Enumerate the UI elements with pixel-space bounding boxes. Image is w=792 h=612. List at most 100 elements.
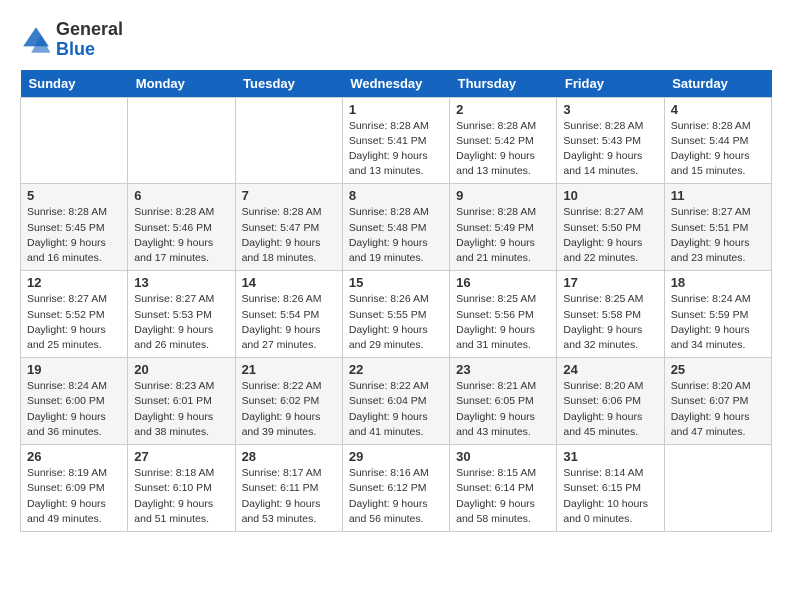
day-info: Sunrise: 8:28 AM Sunset: 5:43 PM Dayligh…: [563, 119, 657, 180]
weekday-header-sunday: Sunday: [21, 70, 128, 98]
day-number: 28: [242, 449, 336, 464]
day-info: Sunrise: 8:16 AM Sunset: 6:12 PM Dayligh…: [349, 466, 443, 527]
day-number: 24: [563, 362, 657, 377]
calendar-cell: 12 Sunrise: 8:27 AM Sunset: 5:52 PM Dayli…: [21, 271, 128, 358]
day-info: Sunrise: 8:25 AM Sunset: 5:58 PM Dayligh…: [563, 292, 657, 353]
day-number: 3: [563, 102, 657, 117]
day-info: Sunrise: 8:27 AM Sunset: 5:50 PM Dayligh…: [563, 205, 657, 266]
day-info: Sunrise: 8:28 AM Sunset: 5:41 PM Dayligh…: [349, 119, 443, 180]
day-info: Sunrise: 8:28 AM Sunset: 5:49 PM Dayligh…: [456, 205, 550, 266]
calendar-cell: 25 Sunrise: 8:20 AM Sunset: 6:07 PM Dayli…: [664, 358, 771, 445]
calendar-table: SundayMondayTuesdayWednesdayThursdayFrid…: [20, 70, 772, 532]
day-info: Sunrise: 8:24 AM Sunset: 6:00 PM Dayligh…: [27, 379, 121, 440]
calendar-week-row: 26 Sunrise: 8:19 AM Sunset: 6:09 PM Dayli…: [21, 445, 772, 532]
calendar-week-row: 19 Sunrise: 8:24 AM Sunset: 6:00 PM Dayli…: [21, 358, 772, 445]
calendar-cell: [128, 97, 235, 184]
day-number: 5: [27, 188, 121, 203]
calendar-cell: 31 Sunrise: 8:14 AM Sunset: 6:15 PM Dayli…: [557, 445, 664, 532]
day-info: Sunrise: 8:28 AM Sunset: 5:47 PM Dayligh…: [242, 205, 336, 266]
logo-blue-text: Blue: [56, 40, 123, 60]
weekday-header-saturday: Saturday: [664, 70, 771, 98]
day-number: 15: [349, 275, 443, 290]
day-info: Sunrise: 8:28 AM Sunset: 5:42 PM Dayligh…: [456, 119, 550, 180]
day-info: Sunrise: 8:27 AM Sunset: 5:51 PM Dayligh…: [671, 205, 765, 266]
day-number: 25: [671, 362, 765, 377]
calendar-cell: 27 Sunrise: 8:18 AM Sunset: 6:10 PM Dayli…: [128, 445, 235, 532]
logo: General Blue: [20, 20, 123, 60]
day-info: Sunrise: 8:17 AM Sunset: 6:11 PM Dayligh…: [242, 466, 336, 527]
day-info: Sunrise: 8:22 AM Sunset: 6:02 PM Dayligh…: [242, 379, 336, 440]
day-number: 29: [349, 449, 443, 464]
calendar-cell: 7Sunrise: 8:28 AM Sunset: 5:47 PM Daylig…: [235, 184, 342, 271]
day-number: 26: [27, 449, 121, 464]
day-info: Sunrise: 8:27 AM Sunset: 5:52 PM Dayligh…: [27, 292, 121, 353]
calendar-cell: 10Sunrise: 8:27 AM Sunset: 5:50 PM Dayli…: [557, 184, 664, 271]
calendar-cell: 19 Sunrise: 8:24 AM Sunset: 6:00 PM Dayli…: [21, 358, 128, 445]
calendar-cell: 22 Sunrise: 8:22 AM Sunset: 6:04 PM Dayli…: [342, 358, 449, 445]
day-info: Sunrise: 8:14 AM Sunset: 6:15 PM Dayligh…: [563, 466, 657, 527]
calendar-cell: 15 Sunrise: 8:26 AM Sunset: 5:55 PM Dayli…: [342, 271, 449, 358]
day-number: 6: [134, 188, 228, 203]
calendar-cell: 1Sunrise: 8:28 AM Sunset: 5:41 PM Daylig…: [342, 97, 449, 184]
calendar-week-row: 5 Sunrise: 8:28 AM Sunset: 5:45 PM Daylig…: [21, 184, 772, 271]
day-number: 4: [671, 102, 765, 117]
calendar-cell: [664, 445, 771, 532]
day-info: Sunrise: 8:24 AM Sunset: 5:59 PM Dayligh…: [671, 292, 765, 353]
logo-general-text: General: [56, 20, 123, 40]
day-info: Sunrise: 8:28 AM Sunset: 5:46 PM Dayligh…: [134, 205, 228, 266]
calendar-cell: 23 Sunrise: 8:21 AM Sunset: 6:05 PM Dayli…: [450, 358, 557, 445]
calendar-cell: 3 Sunrise: 8:28 AM Sunset: 5:43 PM Daylig…: [557, 97, 664, 184]
calendar-cell: 11Sunrise: 8:27 AM Sunset: 5:51 PM Dayli…: [664, 184, 771, 271]
day-info: Sunrise: 8:26 AM Sunset: 5:54 PM Dayligh…: [242, 292, 336, 353]
day-number: 31: [563, 449, 657, 464]
calendar-cell: 28 Sunrise: 8:17 AM Sunset: 6:11 PM Dayli…: [235, 445, 342, 532]
calendar-week-row: 12 Sunrise: 8:27 AM Sunset: 5:52 PM Dayli…: [21, 271, 772, 358]
day-info: Sunrise: 8:19 AM Sunset: 6:09 PM Dayligh…: [27, 466, 121, 527]
day-info: Sunrise: 8:22 AM Sunset: 6:04 PM Dayligh…: [349, 379, 443, 440]
weekday-header-friday: Friday: [557, 70, 664, 98]
calendar-cell: 8Sunrise: 8:28 AM Sunset: 5:48 PM Daylig…: [342, 184, 449, 271]
weekday-header-monday: Monday: [128, 70, 235, 98]
day-number: 22: [349, 362, 443, 377]
day-number: 8: [349, 188, 443, 203]
day-number: 12: [27, 275, 121, 290]
calendar-cell: [235, 97, 342, 184]
calendar-cell: 13 Sunrise: 8:27 AM Sunset: 5:53 PM Dayli…: [128, 271, 235, 358]
day-number: 21: [242, 362, 336, 377]
logo-icon: [20, 24, 52, 56]
weekday-header-wednesday: Wednesday: [342, 70, 449, 98]
day-info: Sunrise: 8:20 AM Sunset: 6:06 PM Dayligh…: [563, 379, 657, 440]
calendar-cell: 21 Sunrise: 8:22 AM Sunset: 6:02 PM Dayli…: [235, 358, 342, 445]
day-info: Sunrise: 8:28 AM Sunset: 5:44 PM Dayligh…: [671, 119, 765, 180]
day-info: Sunrise: 8:27 AM Sunset: 5:53 PM Dayligh…: [134, 292, 228, 353]
calendar-cell: 18Sunrise: 8:24 AM Sunset: 5:59 PM Dayli…: [664, 271, 771, 358]
day-number: 19: [27, 362, 121, 377]
calendar-cell: 9 Sunrise: 8:28 AM Sunset: 5:49 PM Daylig…: [450, 184, 557, 271]
day-info: Sunrise: 8:15 AM Sunset: 6:14 PM Dayligh…: [456, 466, 550, 527]
calendar-week-row: 1Sunrise: 8:28 AM Sunset: 5:41 PM Daylig…: [21, 97, 772, 184]
day-number: 23: [456, 362, 550, 377]
day-number: 27: [134, 449, 228, 464]
calendar-cell: 26 Sunrise: 8:19 AM Sunset: 6:09 PM Dayli…: [21, 445, 128, 532]
day-info: Sunrise: 8:28 AM Sunset: 5:45 PM Dayligh…: [27, 205, 121, 266]
day-info: Sunrise: 8:26 AM Sunset: 5:55 PM Dayligh…: [349, 292, 443, 353]
calendar-cell: 30Sunrise: 8:15 AM Sunset: 6:14 PM Dayli…: [450, 445, 557, 532]
calendar-cell: 16Sunrise: 8:25 AM Sunset: 5:56 PM Dayli…: [450, 271, 557, 358]
day-number: 17: [563, 275, 657, 290]
calendar-cell: 14Sunrise: 8:26 AM Sunset: 5:54 PM Dayli…: [235, 271, 342, 358]
page-header: General Blue: [20, 20, 772, 60]
day-info: Sunrise: 8:20 AM Sunset: 6:07 PM Dayligh…: [671, 379, 765, 440]
day-number: 20: [134, 362, 228, 377]
day-info: Sunrise: 8:18 AM Sunset: 6:10 PM Dayligh…: [134, 466, 228, 527]
calendar-cell: 5 Sunrise: 8:28 AM Sunset: 5:45 PM Daylig…: [21, 184, 128, 271]
calendar-cell: 24 Sunrise: 8:20 AM Sunset: 6:06 PM Dayli…: [557, 358, 664, 445]
calendar-cell: 17 Sunrise: 8:25 AM Sunset: 5:58 PM Dayli…: [557, 271, 664, 358]
day-number: 9: [456, 188, 550, 203]
day-info: Sunrise: 8:21 AM Sunset: 6:05 PM Dayligh…: [456, 379, 550, 440]
day-number: 13: [134, 275, 228, 290]
calendar-cell: 6 Sunrise: 8:28 AM Sunset: 5:46 PM Daylig…: [128, 184, 235, 271]
day-number: 2: [456, 102, 550, 117]
calendar-cell: 29 Sunrise: 8:16 AM Sunset: 6:12 PM Dayli…: [342, 445, 449, 532]
weekday-header-thursday: Thursday: [450, 70, 557, 98]
calendar-cell: 20Sunrise: 8:23 AM Sunset: 6:01 PM Dayli…: [128, 358, 235, 445]
